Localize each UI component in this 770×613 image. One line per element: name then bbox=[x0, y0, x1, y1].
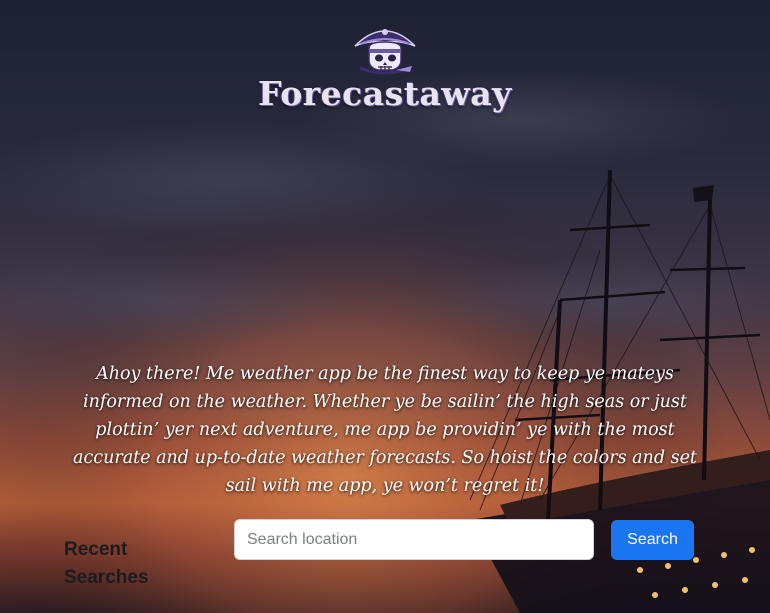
pirate-skull-icon bbox=[354, 29, 416, 75]
intro-text: Ahoy there! Me weather app be the finest… bbox=[73, 363, 697, 496]
brand-name: Forecastaway bbox=[258, 74, 512, 113]
brand-logo[interactable]: Forecastaway bbox=[0, 22, 770, 113]
recent-searches-heading: Recent Searches bbox=[64, 539, 149, 588]
search-button[interactable]: Search bbox=[611, 520, 694, 560]
search-location-input[interactable] bbox=[234, 519, 594, 560]
